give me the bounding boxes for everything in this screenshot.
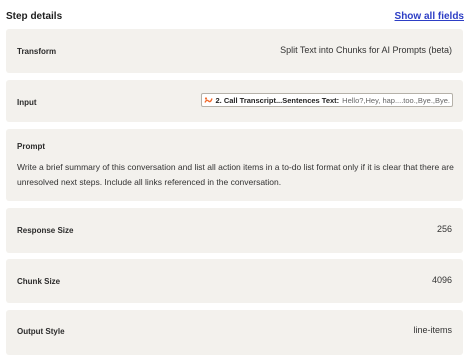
prompt-value: Write a brief summary of this conversati…: [17, 162, 454, 187]
transform-value: Split Text into Chunks for AI Prompts (b…: [280, 45, 452, 55]
response-size-value: 256: [436, 224, 452, 234]
input-field: Input 2. Call Transcript...Sentences Tex…: [6, 80, 463, 122]
output-style-field: Output Style line-items: [6, 310, 463, 355]
input-chip-step-label: 2. Call Transcript...Sentences Text:: [215, 95, 340, 105]
chunk-size-label: Chunk Size: [17, 277, 61, 286]
show-all-fields-link[interactable]: Show all fields: [395, 11, 464, 22]
prompt-label: Prompt: [17, 142, 45, 151]
chunk-size-field: Chunk Size 4096: [6, 259, 463, 303]
response-size-field: Response Size 256: [6, 208, 463, 253]
input-mapped-value-chip[interactable]: 2. Call Transcript...Sentences Text: Hel…: [200, 93, 453, 107]
input-label: Input: [17, 98, 37, 107]
response-size-label: Response Size: [17, 226, 74, 235]
step-details-title: Step details: [6, 11, 63, 22]
transform-label: Transform: [17, 47, 57, 56]
transform-field: Transform Split Text into Chunks for AI …: [6, 29, 463, 73]
output-style-label: Output Style: [17, 327, 65, 336]
prompt-field: Prompt Write a brief summary of this con…: [6, 129, 463, 201]
transcript-app-icon: [203, 96, 213, 105]
input-chip-preview: Hello?,Hey, hap....too.,Bye.,Bye.: [342, 95, 450, 105]
output-style-value: line-items: [413, 325, 452, 335]
chunk-size-value: 4096: [431, 275, 452, 285]
